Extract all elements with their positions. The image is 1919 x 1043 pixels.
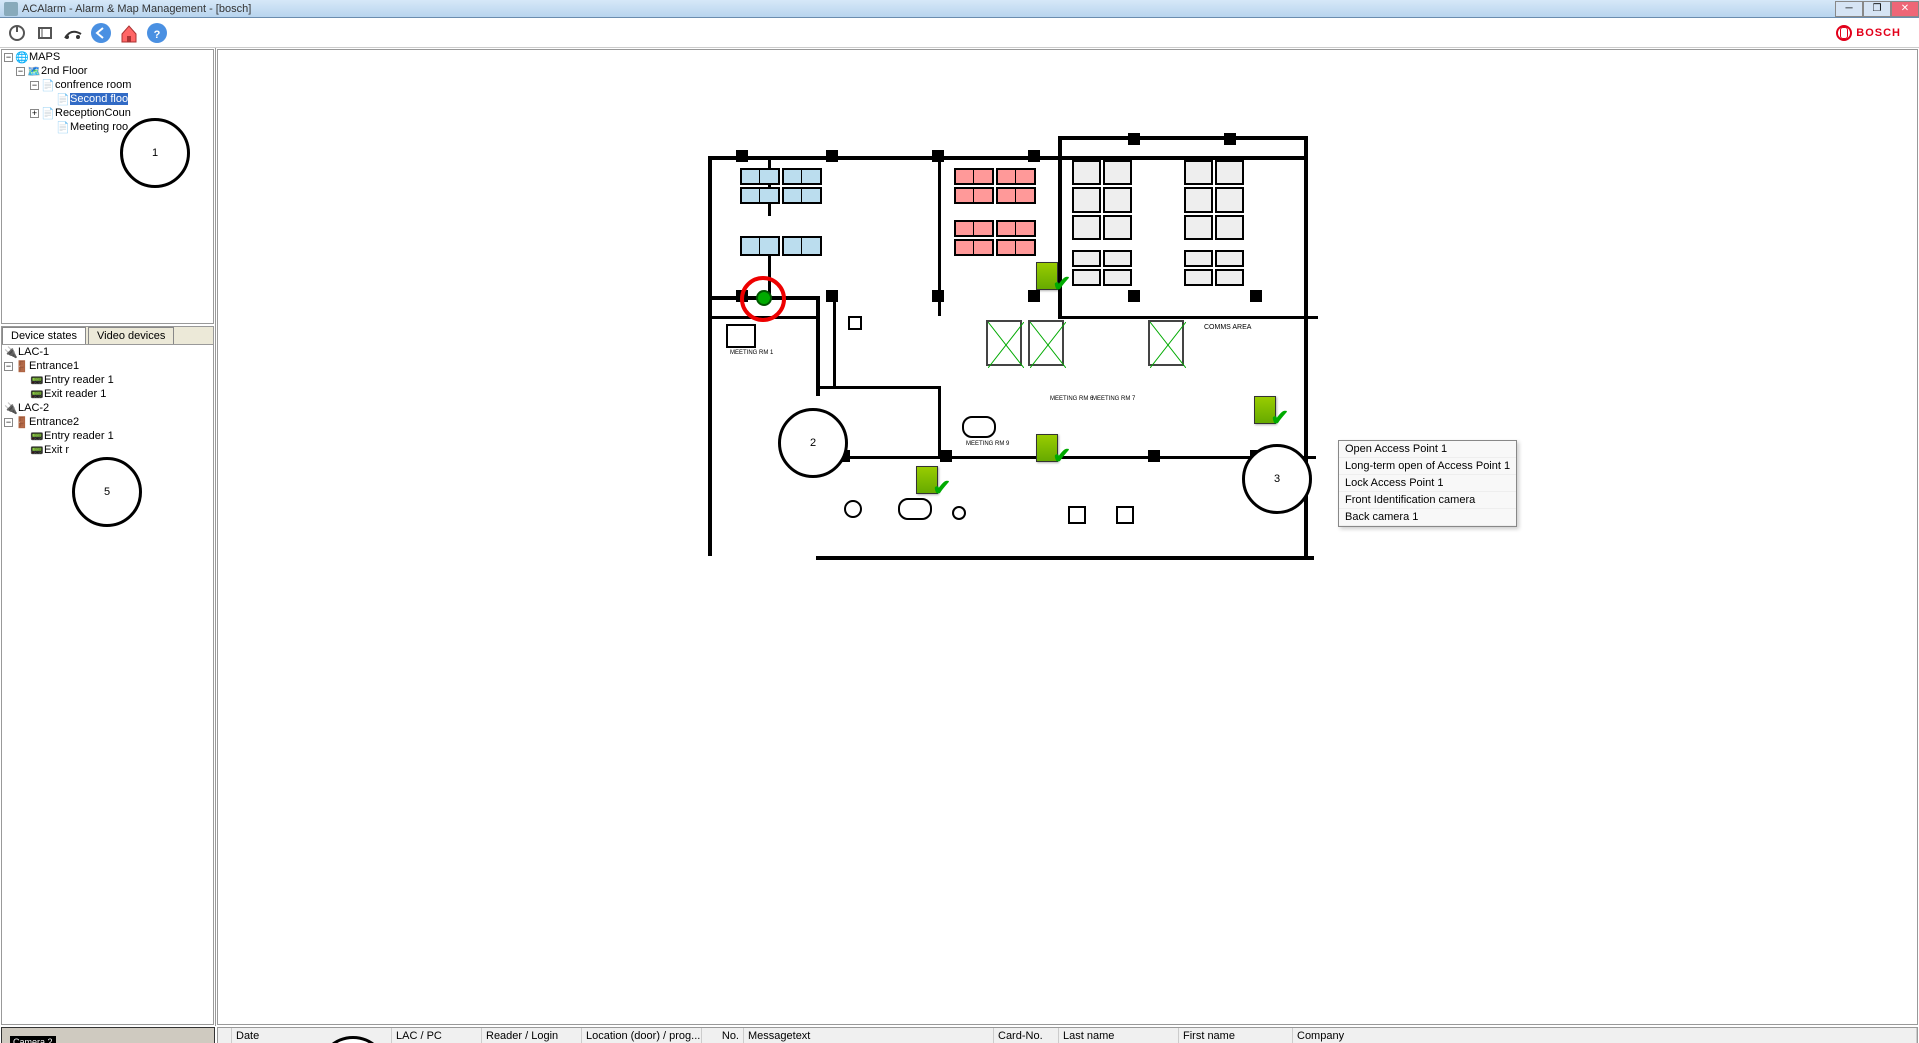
reader-icon: 📟 <box>30 444 42 456</box>
exit-reader-2[interactable]: Exit r <box>44 444 69 456</box>
window-title: ACAlarm - Alarm & Map Management - [bosc… <box>22 3 251 15</box>
collapse-icon[interactable]: − <box>4 53 13 62</box>
minimize-button[interactable]: ─ <box>1835 1 1863 17</box>
maps-tree[interactable]: −🌐MAPS −🗺️2nd Floor −📄confrence room 📄Se… <box>1 49 214 324</box>
event-list[interactable]: Date LAC / PC Reader / Login Location (d… <box>217 1027 1918 1043</box>
tree-reception[interactable]: ReceptionCoun <box>55 107 131 119</box>
col-no[interactable]: No. <box>702 1028 744 1043</box>
ctx-lock[interactable]: Lock Access Point 1 <box>1339 475 1516 492</box>
door-icon-2[interactable] <box>1036 434 1058 462</box>
map-icon: 📄 <box>41 107 53 119</box>
col-last[interactable]: Last name <box>1059 1028 1179 1043</box>
lac-1[interactable]: LAC-1 <box>18 346 49 358</box>
device-tabs: Device states Video devices <box>1 326 214 345</box>
tree-second-floor-selected[interactable]: Second floo <box>70 93 128 105</box>
device-tree[interactable]: 🔌LAC-1 −🚪Entrance1 📟Entry reader 1 📟Exit… <box>1 345 214 1025</box>
toolbar: ? BOSCH <box>0 18 1919 48</box>
reader-icon: 📟 <box>30 374 42 386</box>
lac-2[interactable]: LAC-2 <box>18 402 49 414</box>
camera-label: Camera 2 <box>10 1036 56 1043</box>
tool-btn-1[interactable] <box>6 22 28 44</box>
entrance-2[interactable]: Entrance2 <box>29 416 79 428</box>
callout-3: 3 <box>1242 444 1312 514</box>
back-button[interactable] <box>90 22 112 44</box>
maximize-button[interactable]: ❐ <box>1863 1 1891 17</box>
context-menu[interactable]: Open Access Point 1 Long-term open of Ac… <box>1338 440 1517 527</box>
door-icon-1[interactable] <box>1036 262 1058 290</box>
col-lac[interactable]: LAC / PC <box>392 1028 482 1043</box>
col-loc[interactable]: Location (door) / prog... <box>582 1028 702 1043</box>
collapse-icon[interactable]: − <box>16 67 25 76</box>
tree-conference[interactable]: confrence room <box>55 79 131 91</box>
door-icon-4[interactable] <box>1254 396 1276 424</box>
tree-root[interactable]: MAPS <box>29 51 60 63</box>
camera-view[interactable]: Camera 2 4:44:29 PM 2014/03/21 10:21:42 <box>1 1027 215 1043</box>
lac-icon: 🔌 <box>4 346 16 358</box>
entry-reader-1[interactable]: Entry reader 1 <box>44 374 114 386</box>
alarm-device-icon[interactable] <box>756 290 772 306</box>
callout-2: 2 <box>778 408 848 478</box>
svg-text:?: ? <box>154 29 161 41</box>
col-card[interactable]: Card-No. <box>994 1028 1059 1043</box>
globe-icon: 🌐 <box>15 51 27 63</box>
label-m1: MEETING RM 1 <box>730 350 773 356</box>
exit-reader-1[interactable]: Exit reader 1 <box>44 388 106 400</box>
bosch-text: BOSCH <box>1856 27 1901 39</box>
tab-device-states[interactable]: Device states <box>2 327 86 344</box>
callout-1: 1 <box>120 118 190 188</box>
map-icon: 📄 <box>56 93 68 105</box>
app-icon <box>4 2 18 16</box>
lac-icon: 🔌 <box>4 402 16 414</box>
door-icon: 🚪 <box>15 360 27 372</box>
col-company[interactable]: Company <box>1293 1028 1917 1043</box>
collapse-icon[interactable]: − <box>30 81 39 90</box>
label-m9: MEETING RM 9 <box>966 441 1009 447</box>
ctx-front-cam[interactable]: Front Identification camera <box>1339 492 1516 509</box>
map-icon: 📄 <box>56 121 68 133</box>
collapse-icon[interactable]: − <box>4 362 13 371</box>
help-button[interactable]: ? <box>146 22 168 44</box>
tree-2nd-floor[interactable]: 2nd Floor <box>41 65 87 77</box>
reader-icon: 📟 <box>30 430 42 442</box>
expand-icon[interactable]: + <box>30 109 39 118</box>
label-m6: MEETING RM 6 <box>1050 396 1093 402</box>
entrance-1[interactable]: Entrance1 <box>29 360 79 372</box>
tool-btn-2[interactable] <box>34 22 56 44</box>
label-comms: COMMS AREA <box>1204 324 1251 331</box>
map-icon: 📄 <box>41 79 53 91</box>
bosch-logo: BOSCH <box>1836 25 1901 41</box>
tab-video-devices[interactable]: Video devices <box>88 327 174 344</box>
map-canvas[interactable]: COMMS AREA MEETING RM 6 MEETING RM 7 MEE… <box>217 49 1918 1025</box>
col-first[interactable]: First name <box>1179 1028 1293 1043</box>
tree-meeting[interactable]: Meeting roo <box>70 121 128 133</box>
ctx-back-cam[interactable]: Back camera 1 <box>1339 509 1516 526</box>
titlebar: ACAlarm - Alarm & Map Management - [bosc… <box>0 0 1919 18</box>
close-button[interactable]: ✕ <box>1891 1 1919 17</box>
collapse-icon[interactable]: − <box>4 418 13 427</box>
col-reader[interactable]: Reader / Login <box>482 1028 582 1043</box>
home-button[interactable] <box>118 22 140 44</box>
reader-icon: 📟 <box>30 388 42 400</box>
entry-reader-2[interactable]: Entry reader 1 <box>44 430 114 442</box>
col-msg[interactable]: Messagetext <box>744 1028 994 1043</box>
callout-5: 5 <box>72 457 142 527</box>
ctx-open[interactable]: Open Access Point 1 <box>1339 441 1516 458</box>
tool-btn-3[interactable] <box>62 22 84 44</box>
ctx-longterm[interactable]: Long-term open of Access Point 1 <box>1339 458 1516 475</box>
bosch-ring-icon <box>1836 25 1852 41</box>
map-icon: 🗺️ <box>27 65 39 77</box>
label-m7: MEETING RM 7 <box>1092 396 1135 402</box>
event-header: Date LAC / PC Reader / Login Location (d… <box>218 1028 1917 1043</box>
door-icon-3[interactable] <box>916 466 938 494</box>
door-icon: 🚪 <box>15 416 27 428</box>
